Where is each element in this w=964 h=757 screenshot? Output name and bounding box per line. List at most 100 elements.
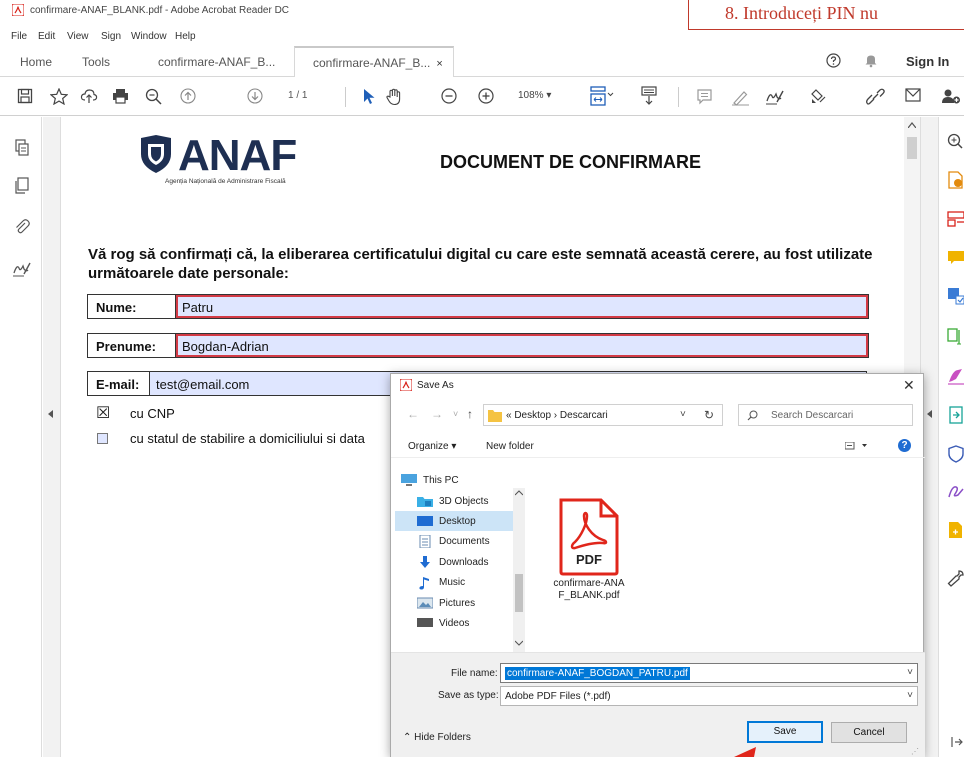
print-icon[interactable] bbox=[112, 88, 129, 104]
fill-sign-icon[interactable] bbox=[947, 367, 964, 385]
scroll-mode-icon[interactable] bbox=[640, 86, 658, 106]
expand-panel-icon[interactable] bbox=[951, 737, 963, 747]
recent-locations-chevron-icon[interactable]: ˅ bbox=[453, 409, 458, 419]
highlight-pen-icon[interactable] bbox=[731, 88, 750, 106]
back-arrow-icon[interactable]: ← bbox=[407, 407, 419, 421]
fit-page-icon[interactable] bbox=[590, 86, 614, 106]
tools-wrench-icon[interactable] bbox=[947, 569, 964, 587]
fill-sign-icon[interactable] bbox=[765, 88, 785, 106]
export-pdf-icon[interactable] bbox=[947, 171, 964, 189]
collapse-right-arrow-icon[interactable] bbox=[927, 410, 933, 418]
hand-tool-icon[interactable] bbox=[385, 88, 403, 106]
tab-home[interactable]: Home bbox=[20, 46, 52, 77]
tab-tools[interactable]: Tools bbox=[82, 46, 110, 77]
cancel-button[interactable]: Cancel bbox=[831, 722, 907, 743]
tab-document-2[interactable]: confirmare-ANAF_B... × bbox=[294, 46, 454, 77]
page-thumbnails-icon[interactable] bbox=[13, 139, 31, 157]
nume-field[interactable]: Patru bbox=[176, 295, 868, 318]
zoom-level-dropdown[interactable]: 108% ▾ bbox=[518, 90, 551, 101]
left-panel-collapse-strip[interactable] bbox=[43, 117, 61, 757]
bookmark-star-icon[interactable] bbox=[50, 88, 68, 105]
organize-button[interactable]: Organize ▾ bbox=[408, 441, 456, 452]
zoom-icon[interactable] bbox=[947, 133, 963, 149]
refresh-icon[interactable]: ↻ bbox=[704, 408, 714, 422]
search-box[interactable]: Search Descarcari bbox=[738, 404, 913, 426]
prenume-field[interactable]: Bogdan-Adrian bbox=[176, 334, 868, 357]
forward-arrow-icon[interactable]: → bbox=[431, 407, 443, 421]
add-user-icon[interactable] bbox=[941, 88, 961, 105]
fill-sign-icon[interactable] bbox=[12, 260, 32, 278]
zoom-out-icon[interactable] bbox=[441, 88, 457, 104]
share-link-icon[interactable] bbox=[866, 88, 886, 106]
upload-cloud-icon[interactable] bbox=[80, 88, 98, 104]
pdf-file-icon[interactable]: PDF bbox=[557, 498, 621, 576]
new-folder-button[interactable]: New folder bbox=[486, 441, 534, 452]
save-button[interactable]: Save bbox=[747, 721, 823, 743]
domiciliu-checkbox[interactable] bbox=[97, 433, 108, 444]
dialog-help-icon[interactable]: ? bbox=[898, 439, 911, 452]
collapse-left-arrow-icon[interactable] bbox=[48, 410, 54, 418]
save-as-type-select[interactable]: Adobe PDF Files (*.pdf) ˅ bbox=[500, 686, 918, 706]
comment-icon[interactable] bbox=[696, 88, 713, 105]
zoom-search-icon[interactable] bbox=[145, 88, 162, 105]
sign-icon[interactable] bbox=[947, 483, 964, 501]
folder-tree-scroll-thumb[interactable] bbox=[515, 574, 523, 612]
address-bar[interactable]: « Desktop › Descarcari ˅ ↻ bbox=[483, 404, 723, 426]
menu-window[interactable]: Window bbox=[131, 31, 167, 42]
folder-tree-scrollbar[interactable] bbox=[513, 488, 525, 652]
dialog-close-icon[interactable]: ✕ bbox=[903, 377, 915, 394]
file-name-input[interactable]: confirmare-ANAF_BOGDAN_PATRU.pdf ˅ bbox=[500, 663, 918, 683]
cnp-checkbox-label: cu CNP bbox=[130, 406, 175, 421]
menu-edit[interactable]: Edit bbox=[38, 31, 55, 42]
save-icon[interactable] bbox=[17, 88, 33, 104]
tree-item-videos[interactable]: Videos bbox=[417, 613, 523, 627]
protect-icon[interactable] bbox=[947, 445, 964, 463]
tree-item-pictures[interactable]: Pictures bbox=[417, 593, 523, 613]
tree-item-downloads[interactable]: Downloads bbox=[417, 552, 523, 572]
tree-item-this-pc[interactable]: This PC bbox=[401, 470, 507, 490]
send-icon[interactable] bbox=[947, 406, 964, 424]
resize-grip-icon[interactable]: ⋰ bbox=[911, 747, 919, 756]
email-icon[interactable] bbox=[905, 88, 921, 102]
hide-folders-button[interactable]: ⌃ Hide Folders bbox=[403, 732, 471, 743]
document-scroll-thumb[interactable] bbox=[907, 137, 917, 159]
select-cursor-icon[interactable] bbox=[362, 88, 376, 105]
menu-sign[interactable]: Sign bbox=[101, 31, 121, 42]
zoom-in-icon[interactable] bbox=[478, 88, 494, 104]
next-page-icon[interactable] bbox=[247, 88, 263, 104]
tree-item-desktop[interactable]: Desktop bbox=[395, 511, 513, 531]
menu-help[interactable]: Help bbox=[175, 31, 196, 42]
organize-pages-icon[interactable] bbox=[947, 210, 964, 228]
up-folder-arrow-icon[interactable]: ↑ bbox=[467, 407, 473, 421]
tab-document-1[interactable]: confirmare-ANAF_B... bbox=[158, 46, 275, 77]
close-tab-icon[interactable]: × bbox=[436, 58, 442, 70]
previous-page-icon[interactable] bbox=[180, 88, 196, 104]
change-view-icon[interactable] bbox=[845, 442, 869, 451]
tree-item-documents[interactable]: Documents bbox=[417, 531, 523, 551]
menu-view[interactable]: View bbox=[67, 31, 89, 42]
edit-pdf-icon[interactable] bbox=[947, 328, 964, 346]
send-for-signature-icon[interactable] bbox=[808, 88, 827, 107]
attachment-icon[interactable] bbox=[13, 218, 31, 236]
address-dropdown-chevron-icon[interactable]: ˅ bbox=[680, 409, 686, 420]
page-number-indicator[interactable]: 1 / 1 bbox=[288, 90, 307, 101]
tree-scroll-down-icon[interactable] bbox=[515, 640, 523, 646]
comment-icon[interactable] bbox=[947, 249, 964, 267]
help-icon[interactable] bbox=[826, 53, 841, 68]
dialog-command-bar: Organize ▾ New folder ? bbox=[391, 436, 925, 458]
tree-item-music[interactable]: Music bbox=[417, 572, 523, 592]
save-as-type-dropdown-chevron-icon[interactable]: ˅ bbox=[907, 690, 913, 701]
menu-file[interactable]: File bbox=[11, 31, 27, 42]
create-pdf-icon[interactable] bbox=[947, 521, 964, 539]
scroll-up-arrow-icon[interactable] bbox=[908, 122, 916, 128]
scan-icon[interactable] bbox=[947, 287, 964, 305]
file-name-dropdown-chevron-icon[interactable]: ˅ bbox=[907, 667, 913, 678]
tree-scroll-up-icon[interactable] bbox=[515, 490, 523, 496]
dialog-navigation-row: ← → ˅ ↑ « Desktop › Descarcari ˅ ↻ Searc… bbox=[391, 402, 925, 428]
notifications-bell-icon[interactable] bbox=[864, 53, 878, 68]
sign-in-link[interactable]: Sign In bbox=[906, 54, 949, 69]
field-row-nume: Nume: Patru bbox=[87, 294, 869, 319]
tree-item-3d-objects[interactable]: 3D Objects bbox=[417, 491, 523, 511]
cnp-checkbox[interactable]: ☒ bbox=[96, 403, 110, 423]
copy-pages-icon[interactable] bbox=[13, 177, 31, 195]
